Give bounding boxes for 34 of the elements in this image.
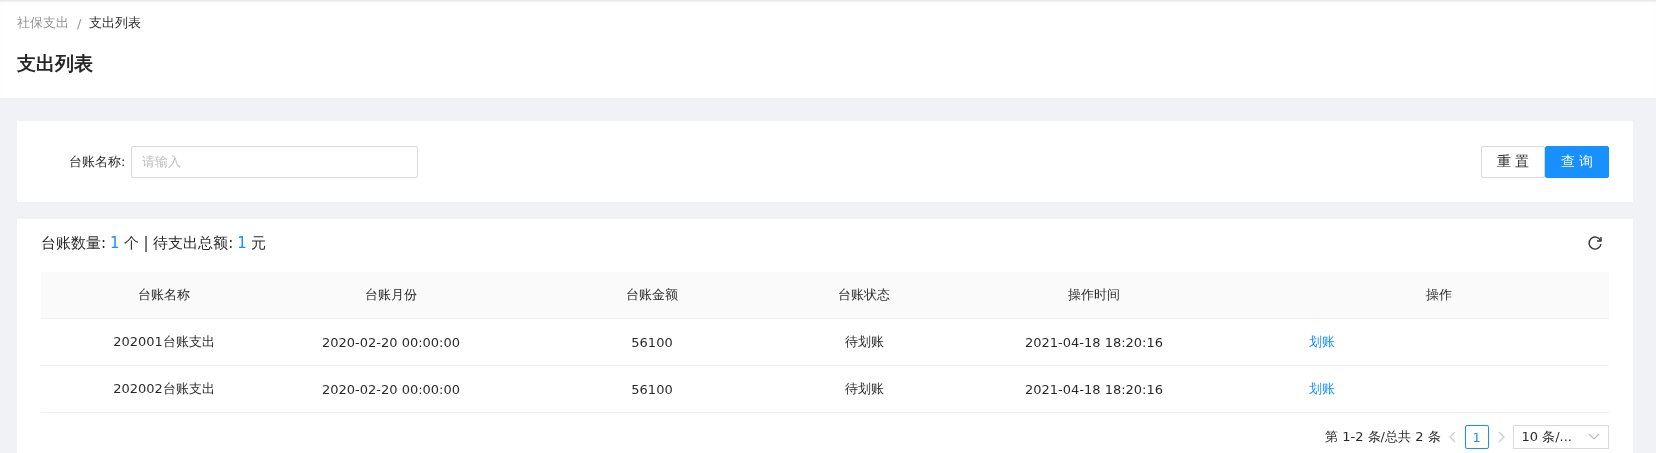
pagination-summary: 第 1-2 条/总共 2 条 [1325, 428, 1441, 446]
table-cell-text: 2020-02-20 00:00:00 [320, 334, 462, 350]
table-cell-text: 202002台账支出 [112, 380, 216, 398]
breadcrumb-item[interactable]: 社保支出 [17, 14, 69, 32]
column-header: 台账状态 [837, 286, 891, 304]
column-header: 台账名称 [137, 286, 191, 304]
prev-page-icon[interactable] [1448, 431, 1457, 443]
chevron-down-icon [1588, 433, 1600, 441]
field-label: 台账名称: [69, 152, 126, 171]
table-cell-text: 2020-02-20 00:00:00 [320, 381, 462, 397]
breadcrumb-separator: / [77, 15, 82, 31]
search-button[interactable]: 查 询 [1545, 145, 1609, 178]
page-title: 支出列表 [17, 51, 94, 76]
reset-button[interactable]: 重 置 [1481, 145, 1545, 178]
table-cell-text: 2021-04-18 18:20:16 [1023, 334, 1165, 350]
name-input-field[interactable]: 请输入 [131, 145, 419, 178]
table-cell-text: 待划账 [843, 333, 885, 351]
transfer-link[interactable]: 划账 [1309, 333, 1335, 351]
table-cell-text: 56100 [630, 381, 674, 397]
summary-text: 台账数量: 1 个 | 待支出总额: 1 元 [41, 233, 267, 253]
column-header: 操作 [1425, 286, 1453, 304]
table-cell-text: 待划账 [843, 380, 885, 398]
column-header: 操作时间 [1067, 286, 1121, 304]
table-cell-text: 56100 [630, 334, 674, 350]
table-cell-text: 202001台账支出 [112, 333, 216, 351]
refresh-icon[interactable] [1587, 235, 1603, 251]
transfer-link[interactable]: 划账 [1309, 380, 1335, 398]
page-size-select[interactable]: 10 条/... [1512, 425, 1609, 449]
table-cell-text: 2021-04-18 18:20:16 [1023, 381, 1165, 397]
column-header: 台账月份 [364, 286, 418, 304]
breadcrumb-item: 支出列表 [89, 14, 142, 32]
next-page-icon[interactable] [1496, 431, 1505, 443]
column-header: 台账金额 [625, 286, 679, 304]
page-button[interactable]: 1 [1464, 425, 1489, 449]
